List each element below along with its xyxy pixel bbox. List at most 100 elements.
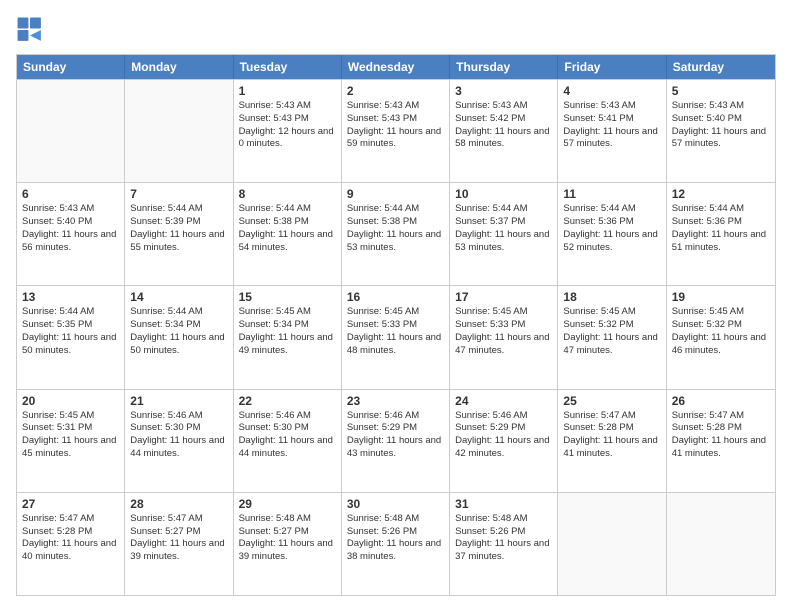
sunrise-text: Sunrise: 5:46 AM [239, 410, 336, 423]
day-cell-24: 24Sunrise: 5:46 AMSunset: 5:29 PMDayligh… [450, 390, 558, 492]
day-header-friday: Friday [558, 55, 666, 79]
sunrise-text: Sunrise: 5:44 AM [563, 203, 660, 216]
daylight-text: Daylight: 11 hours and 38 minutes. [347, 538, 444, 564]
sunrise-text: Sunrise: 5:47 AM [563, 410, 660, 423]
day-header-wednesday: Wednesday [342, 55, 450, 79]
day-cell-16: 16Sunrise: 5:45 AMSunset: 5:33 PMDayligh… [342, 286, 450, 388]
sunrise-text: Sunrise: 5:46 AM [130, 410, 227, 423]
day-cell-6: 6Sunrise: 5:43 AMSunset: 5:40 PMDaylight… [17, 183, 125, 285]
sunrise-text: Sunrise: 5:48 AM [455, 513, 552, 526]
day-number: 10 [455, 187, 552, 201]
sunset-text: Sunset: 5:33 PM [455, 319, 552, 332]
day-cell-26: 26Sunrise: 5:47 AMSunset: 5:28 PMDayligh… [667, 390, 775, 492]
sunrise-text: Sunrise: 5:47 AM [672, 410, 770, 423]
day-cell-5: 5 Sunrise: 5:43 AMSunset: 5:40 PMDaylight… [667, 80, 775, 182]
day-cell-22: 22Sunrise: 5:46 AMSunset: 5:30 PMDayligh… [234, 390, 342, 492]
daylight-text: Daylight: 11 hours and 52 minutes. [563, 229, 660, 255]
day-header-thursday: Thursday [450, 55, 558, 79]
week-row-5: 27Sunrise: 5:47 AMSunset: 5:28 PMDayligh… [17, 492, 775, 595]
day-number: 12 [672, 187, 770, 201]
sunset-text: Sunset: 5:35 PM [22, 319, 119, 332]
week-row-1: 1Sunrise: 5:43 AMSunset: 5:43 PMDaylight… [17, 79, 775, 182]
daylight-text: Daylight: 11 hours and 59 minutes. [347, 126, 444, 152]
day-header-monday: Monday [125, 55, 233, 79]
daylight-text: Daylight: 11 hours and 41 minutes. [563, 435, 660, 461]
daylight-text: Daylight: 11 hours and 39 minutes. [130, 538, 227, 564]
week-row-4: 20Sunrise: 5:45 AMSunset: 5:31 PMDayligh… [17, 389, 775, 492]
day-cell-1: 1Sunrise: 5:43 AMSunset: 5:43 PMDaylight… [234, 80, 342, 182]
day-number: 24 [455, 394, 552, 408]
sunrise-text: Sunrise: 5:46 AM [347, 410, 444, 423]
daylight-text: Daylight: 11 hours and 40 minutes. [22, 538, 119, 564]
sunset-text: Sunset: 5:39 PM [130, 216, 227, 229]
day-cell-15: 15Sunrise: 5:45 AMSunset: 5:34 PMDayligh… [234, 286, 342, 388]
sunset-text: Sunset: 5:28 PM [672, 422, 770, 435]
sunrise-text: Sunrise: 5:43 AM [239, 100, 336, 113]
daylight-text: Daylight: 12 hours and 0 minutes. [239, 126, 336, 152]
sunrise-text: Sunrise: 5:48 AM [347, 513, 444, 526]
day-header-sunday: Sunday [17, 55, 125, 79]
calendar-body: 1Sunrise: 5:43 AMSunset: 5:43 PMDaylight… [17, 79, 775, 595]
day-number: 13 [22, 290, 119, 304]
daylight-text: Daylight: 11 hours and 48 minutes. [347, 332, 444, 358]
day-number: 3 [455, 84, 552, 98]
daylight-text: Daylight: 11 hours and 45 minutes. [22, 435, 119, 461]
daylight-text: Daylight: 11 hours and 44 minutes. [130, 435, 227, 461]
day-cell-12: 12Sunrise: 5:44 AMSunset: 5:36 PMDayligh… [667, 183, 775, 285]
sunset-text: Sunset: 5:38 PM [347, 216, 444, 229]
day-header-saturday: Saturday [667, 55, 775, 79]
daylight-text: Daylight: 11 hours and 57 minutes. [672, 126, 770, 152]
daylight-text: Daylight: 11 hours and 46 minutes. [672, 332, 770, 358]
day-number: 20 [22, 394, 119, 408]
sunset-text: Sunset: 5:36 PM [672, 216, 770, 229]
sunset-text: Sunset: 5:27 PM [130, 526, 227, 539]
day-cell-27: 27Sunrise: 5:47 AMSunset: 5:28 PMDayligh… [17, 493, 125, 595]
sunset-text: Sunset: 5:43 PM [347, 113, 444, 126]
daylight-text: Daylight: 11 hours and 55 minutes. [130, 229, 227, 255]
day-cell-18: 18Sunrise: 5:45 AMSunset: 5:32 PMDayligh… [558, 286, 666, 388]
sunset-text: Sunset: 5:32 PM [563, 319, 660, 332]
sunrise-text: Sunrise: 5:44 AM [130, 306, 227, 319]
sunset-text: Sunset: 5:27 PM [239, 526, 336, 539]
day-number: 18 [563, 290, 660, 304]
daylight-text: Daylight: 11 hours and 39 minutes. [239, 538, 336, 564]
sunset-text: Sunset: 5:30 PM [130, 422, 227, 435]
day-number: 19 [672, 290, 770, 304]
sunset-text: Sunset: 5:40 PM [672, 113, 770, 126]
calendar: SundayMondayTuesdayWednesdayThursdayFrid… [16, 54, 776, 596]
empty-cell [17, 80, 125, 182]
day-number: 11 [563, 187, 660, 201]
sunset-text: Sunset: 5:38 PM [239, 216, 336, 229]
sunset-text: Sunset: 5:28 PM [22, 526, 119, 539]
daylight-text: Daylight: 11 hours and 43 minutes. [347, 435, 444, 461]
sunset-text: Sunset: 5:43 PM [239, 113, 336, 126]
day-number: 5 [672, 84, 770, 98]
daylight-text: Daylight: 11 hours and 57 minutes. [563, 126, 660, 152]
sunrise-text: Sunrise: 5:45 AM [455, 306, 552, 319]
sunrise-text: Sunrise: 5:44 AM [22, 306, 119, 319]
day-number: 8 [239, 187, 336, 201]
day-number: 29 [239, 497, 336, 511]
sunrise-text: Sunrise: 5:46 AM [455, 410, 552, 423]
sunrise-text: Sunrise: 5:43 AM [22, 203, 119, 216]
sunset-text: Sunset: 5:31 PM [22, 422, 119, 435]
sunset-text: Sunset: 5:40 PM [22, 216, 119, 229]
sunrise-text: Sunrise: 5:45 AM [672, 306, 770, 319]
sunset-text: Sunset: 5:36 PM [563, 216, 660, 229]
daylight-text: Daylight: 11 hours and 53 minutes. [347, 229, 444, 255]
day-cell-11: 11 Sunrise: 5:44 AMSunset: 5:36 PMDayligh… [558, 183, 666, 285]
day-cell-14: 14Sunrise: 5:44 AMSunset: 5:34 PMDayligh… [125, 286, 233, 388]
sunrise-text: Sunrise: 5:44 AM [672, 203, 770, 216]
day-cell-23: 23Sunrise: 5:46 AMSunset: 5:29 PMDayligh… [342, 390, 450, 492]
day-number: 25 [563, 394, 660, 408]
daylight-text: Daylight: 11 hours and 47 minutes. [563, 332, 660, 358]
sunrise-text: Sunrise: 5:43 AM [672, 100, 770, 113]
day-header-tuesday: Tuesday [234, 55, 342, 79]
day-number: 26 [672, 394, 770, 408]
sunrise-text: Sunrise: 5:43 AM [347, 100, 444, 113]
empty-cell [558, 493, 666, 595]
daylight-text: Daylight: 11 hours and 47 minutes. [455, 332, 552, 358]
sunset-text: Sunset: 5:28 PM [563, 422, 660, 435]
sunset-text: Sunset: 5:32 PM [672, 319, 770, 332]
day-cell-7: 7Sunrise: 5:44 AMSunset: 5:39 PMDaylight… [125, 183, 233, 285]
